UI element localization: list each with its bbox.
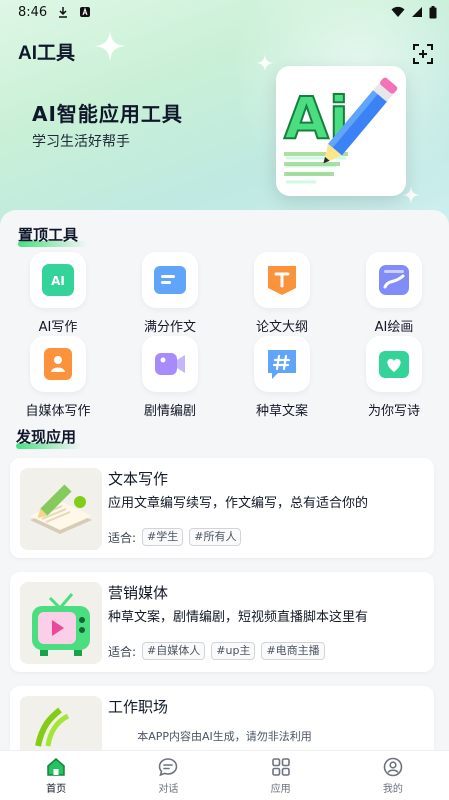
section-title-discover: 发现应用 <box>16 426 82 449</box>
tool-plot-script[interactable]: 剧情编剧 <box>122 336 218 419</box>
tool-ai-writing[interactable]: AI AI写作 <box>10 252 106 335</box>
tag: #所有人 <box>189 528 242 546</box>
card-tags: 适合: #学生 #所有人 <box>108 528 242 546</box>
hashtag-icon <box>268 350 296 379</box>
tag: #学生 <box>142 528 184 546</box>
tool-write-poem[interactable]: 为你写诗 <box>346 336 442 419</box>
home-icon <box>47 758 65 776</box>
tool-paper-outline[interactable]: 论文大纲 <box>234 252 330 335</box>
nav-chat[interactable]: 对话 <box>112 751 224 800</box>
nav-home[interactable]: 首页 <box>0 751 112 800</box>
tool-recommendation-copy[interactable]: 种草文案 <box>234 336 330 419</box>
ai-text-icon: AI <box>42 264 74 296</box>
card-tags: 适合: #自媒体人 #up主 #电商主播 <box>108 642 325 660</box>
signal-icon <box>411 6 423 18</box>
tag: #up主 <box>211 642 256 660</box>
hero-heading: AI智能应用工具 <box>32 102 183 126</box>
download-icon <box>57 6 69 18</box>
tag: #电商主播 <box>261 642 325 660</box>
hero-subtitle: 学习生活好帮手 <box>32 134 130 150</box>
apps-icon <box>271 758 290 776</box>
tool-ai-painting[interactable]: AI绘画 <box>346 252 442 335</box>
outline-icon <box>268 266 296 295</box>
notification-a-icon <box>79 6 91 18</box>
nav-profile[interactable]: 我的 <box>337 751 449 800</box>
svg-text:AI: AI <box>51 274 65 288</box>
tool-self-media-writing[interactable]: 自媒体写作 <box>10 336 106 419</box>
content-panel: 置顶工具 AI AI写作 满分作文 论文大纲 AI绘画 自媒体写作 剧情编剧 种… <box>0 210 449 750</box>
status-bar: 8:46 <box>0 0 449 24</box>
scan-add-button[interactable] <box>411 42 435 66</box>
tool-full-score-essay[interactable]: 满分作文 <box>122 252 218 335</box>
tag: #自媒体人 <box>142 642 206 660</box>
hero-banner: 8:46 AI工具 AI智能应用工具 学习生活好帮手 Ai <box>0 0 449 225</box>
sparkle-icon <box>94 30 126 62</box>
status-time: 8:46 <box>18 4 48 20</box>
heart-icon <box>379 351 409 378</box>
chat-icon <box>159 758 178 777</box>
ai-pencil-illustration: Ai <box>276 66 406 196</box>
sparkle-small-icon <box>256 54 274 72</box>
bottom-nav: 首页 对话 应用 我的 <box>0 750 449 800</box>
app-card-marketing-media[interactable]: 营销媒体 种草文案，剧情编剧，短视频直播脚本这里有 适合: #自媒体人 #up主… <box>10 572 434 672</box>
section-title-pinned: 置顶工具 <box>18 224 88 247</box>
sparkle-corner-icon <box>402 186 420 204</box>
scan-add-icon <box>413 44 433 64</box>
ai-disclaimer: 本APP内容由AI生成，请勿非法利用 <box>137 730 312 743</box>
paint-icon <box>379 265 409 295</box>
tv-illustration <box>20 582 102 664</box>
profile-icon <box>383 757 403 777</box>
person-doc-icon <box>44 348 72 380</box>
writing-illustration <box>20 468 102 550</box>
app-title: AI工具 <box>18 43 76 64</box>
video-icon <box>155 353 185 375</box>
app-card-text-writing[interactable]: 文本写作 应用文章编写续写，作文编写，总有适合你的 适合: #学生 #所有人 <box>10 458 434 558</box>
nav-apps[interactable]: 应用 <box>225 751 337 800</box>
battery-icon <box>429 5 437 19</box>
wifi-icon <box>391 6 405 18</box>
book-icon <box>154 266 186 294</box>
